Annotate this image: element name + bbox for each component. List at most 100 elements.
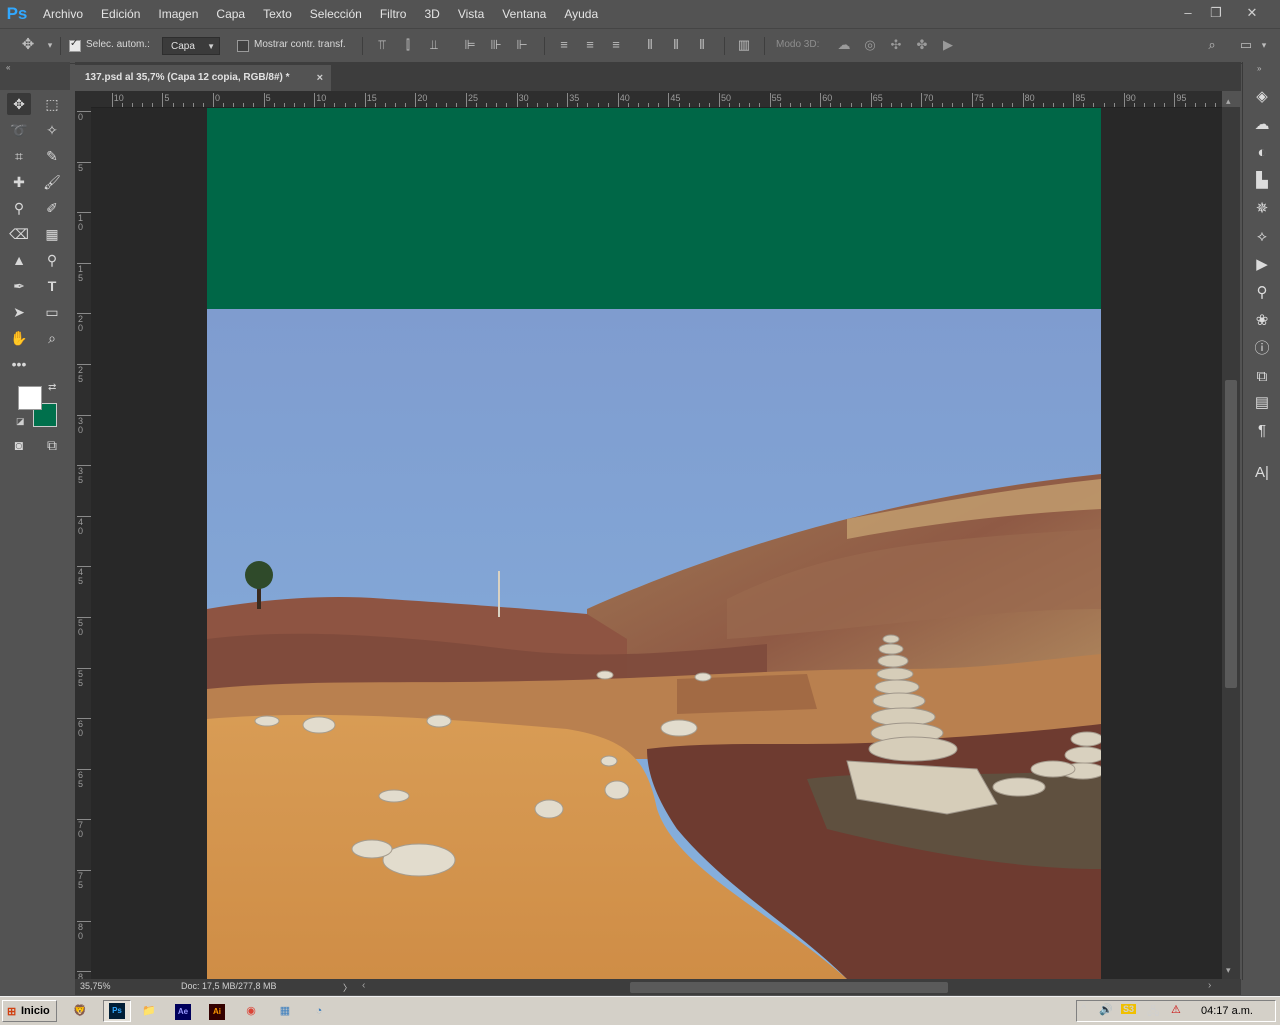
pan-3d-icon[interactable]: ✣ bbox=[888, 37, 904, 53]
gradient-tool-icon[interactable]: ▦ bbox=[40, 223, 64, 245]
rectangle-tool-icon[interactable]: ▭ bbox=[40, 301, 64, 323]
distribute-left-icon[interactable]: ⦀ bbox=[642, 37, 658, 53]
explorer-icon[interactable]: 📁 bbox=[138, 1001, 160, 1021]
brave-icon[interactable]: 🦁 bbox=[69, 1001, 91, 1021]
chrome-icon[interactable]: ◉ bbox=[240, 1001, 262, 1021]
network-icon[interactable]: 🖧 bbox=[1147, 1003, 1159, 1022]
healing-brush-tool-icon[interactable]: ✚ bbox=[7, 171, 31, 193]
pen-tool-icon[interactable]: ✒ bbox=[7, 275, 31, 297]
align-bottom-icon[interactable]: ⫫ bbox=[426, 37, 442, 53]
dodge-tool-icon[interactable]: ⚲ bbox=[40, 249, 64, 271]
menu-ventana[interactable]: Ventana bbox=[493, 0, 555, 28]
menu-3d[interactable]: 3D bbox=[415, 0, 448, 28]
menu-edicion[interactable]: Edición bbox=[92, 0, 149, 28]
distribute-right-icon[interactable]: ⦀ bbox=[694, 37, 710, 53]
default-colors-icon[interactable]: ◪ bbox=[16, 416, 25, 427]
marquee-tool-icon[interactable]: ⬚ bbox=[40, 93, 64, 115]
layers-icon[interactable]: ◈ bbox=[1251, 86, 1273, 108]
menu-archivo[interactable]: Archivo bbox=[34, 0, 92, 28]
navigator-icon[interactable]: ✵ bbox=[1251, 198, 1273, 220]
eraser-tool-icon[interactable]: ⌫ bbox=[7, 223, 31, 245]
menu-capa[interactable]: Capa bbox=[207, 0, 254, 28]
roll-3d-icon[interactable]: ◎ bbox=[862, 37, 878, 53]
distribute-bottom-icon[interactable]: ≡ bbox=[608, 37, 624, 53]
auto-select-checkbox[interactable] bbox=[69, 38, 81, 52]
history-brush-tool-icon[interactable]: ✐ bbox=[40, 197, 64, 219]
align-vertical-center-icon[interactable]: ⫿ bbox=[400, 37, 416, 53]
search-icon[interactable]: ⌕ bbox=[1204, 37, 1220, 53]
align-horizontal-center-icon[interactable]: ⊪ bbox=[488, 37, 504, 53]
taskbar-photoshop[interactable]: Ps bbox=[103, 1000, 131, 1022]
crop-tool-icon[interactable]: ⌗ bbox=[7, 145, 31, 167]
paragraph-icon[interactable]: ¶ bbox=[1251, 420, 1273, 442]
close-tab-icon[interactable]: × bbox=[317, 65, 323, 91]
menu-filtro[interactable]: Filtro bbox=[371, 0, 416, 28]
ruler-corner[interactable] bbox=[75, 91, 91, 107]
viewer-icon[interactable]: ◔ bbox=[308, 1001, 330, 1021]
start-button[interactable]: ⊞ Inicio bbox=[2, 1000, 57, 1022]
scroll-down-icon[interactable]: ▾ bbox=[1226, 965, 1231, 976]
libraries-icon[interactable]: ☁ bbox=[1251, 114, 1273, 136]
restore-button[interactable]: ❐ bbox=[1206, 4, 1226, 22]
illustrator-icon[interactable]: Ai bbox=[206, 1001, 228, 1021]
eyedropper-tool-icon[interactable]: ✎ bbox=[40, 145, 64, 167]
collapse-arrows-icon[interactable]: « bbox=[6, 63, 10, 72]
scroll-up-icon[interactable]: ▴ bbox=[1226, 96, 1231, 107]
align-left-icon[interactable]: ⊫ bbox=[462, 37, 478, 53]
notes-icon[interactable]: ▦ bbox=[274, 1001, 296, 1021]
lasso-tool-icon[interactable]: ➰ bbox=[7, 119, 31, 141]
distribute-vcenter-icon[interactable]: ≡ bbox=[582, 37, 598, 53]
expand-panels-icon[interactable]: » bbox=[1257, 64, 1261, 73]
scroll-left-icon[interactable]: ‹ bbox=[362, 980, 365, 991]
auto-align-icon[interactable]: ▥ bbox=[736, 37, 752, 53]
blur-tool-icon[interactable]: ▲ bbox=[7, 249, 31, 271]
history-icon[interactable]: ⧉ bbox=[1251, 366, 1273, 388]
more-tools-icon[interactable]: ••• bbox=[7, 353, 31, 375]
info-icon[interactable]: ⓘ bbox=[1251, 338, 1273, 360]
quick-mask-icon[interactable]: ◙ bbox=[7, 434, 31, 456]
menu-vista[interactable]: Vista bbox=[449, 0, 493, 28]
horizontal-scrollbar-thumb[interactable] bbox=[630, 982, 948, 993]
volume-icon[interactable]: 🔊 bbox=[1099, 1003, 1113, 1016]
tray-expand-icon[interactable]: ^ bbox=[1081, 1003, 1086, 1015]
close-window-button[interactable]: ✕ bbox=[1242, 4, 1262, 22]
vertical-ruler[interactable]: 0 5 10 15 20 25 30 35 40 45 50 55 60 65 70 75 80 8 bbox=[75, 107, 91, 979]
scale-3d-icon[interactable]: ▶ bbox=[940, 37, 956, 53]
tool-preset-chevron-icon[interactable]: ▾ bbox=[42, 37, 58, 53]
menu-seleccion[interactable]: Selección bbox=[301, 0, 371, 28]
workspace-chevron-icon[interactable]: ▾ bbox=[1256, 37, 1272, 53]
tool-presets-icon[interactable]: ⚲ bbox=[1251, 282, 1273, 304]
distribute-hcenter-icon[interactable]: ⦀ bbox=[668, 37, 684, 53]
menu-imagen[interactable]: Imagen bbox=[149, 0, 207, 28]
clone-stamp-tool-icon[interactable]: ⚲ bbox=[7, 197, 31, 219]
align-right-icon[interactable]: ⊩ bbox=[514, 37, 530, 53]
slide-3d-icon[interactable]: ✤ bbox=[914, 37, 930, 53]
document-tab[interactable]: 137.psd al 35,7% (Capa 12 copia, RGB/8#)… bbox=[75, 65, 331, 91]
path-selection-tool-icon[interactable]: ➤ bbox=[7, 301, 31, 323]
horizontal-ruler[interactable]: 10 5 0 5 10 15 20 25 30 35 40 45 50 55 60 65 70 75 80 85 90 9… bbox=[91, 91, 1222, 108]
actions-play-icon[interactable]: ▶ bbox=[1251, 254, 1273, 276]
s3-icon[interactable]: S3 bbox=[1121, 1004, 1137, 1014]
scroll-right-icon[interactable]: › bbox=[1208, 980, 1211, 991]
adjustments-icon[interactable]: ◐ bbox=[1251, 142, 1273, 164]
toolbar-collapse-strip[interactable]: « bbox=[0, 62, 70, 90]
security-alert-icon[interactable]: ⚠ bbox=[1171, 1003, 1181, 1016]
auto-select-target-dropdown[interactable]: Capa ▼ bbox=[162, 37, 220, 55]
channels-icon[interactable]: ❀ bbox=[1251, 310, 1273, 332]
canvas-area[interactable] bbox=[91, 108, 1222, 979]
screen-mode-icon[interactable]: ⧉ bbox=[40, 434, 64, 456]
workspace-icon[interactable]: ▭ bbox=[1238, 37, 1254, 53]
paths-icon[interactable]: ⟡ bbox=[1251, 226, 1273, 248]
magic-wand-tool-icon[interactable]: ✧ bbox=[40, 119, 64, 141]
distribute-top-icon[interactable]: ≡ bbox=[556, 37, 572, 53]
document-canvas[interactable] bbox=[207, 108, 1101, 979]
zoom-tool-icon[interactable]: ⌕ bbox=[40, 327, 64, 349]
orbit-3d-icon[interactable]: ☁ bbox=[836, 37, 852, 53]
brush-tool-icon[interactable]: 🖌 bbox=[40, 171, 64, 193]
after-effects-icon[interactable]: Ae bbox=[172, 1001, 194, 1021]
show-transform-checkbox[interactable] bbox=[237, 40, 249, 52]
move-tool-icon[interactable]: ✥ bbox=[7, 93, 31, 115]
menu-ayuda[interactable]: Ayuda bbox=[555, 0, 607, 28]
hand-tool-icon[interactable]: ✋ bbox=[7, 327, 31, 349]
character-icon[interactable]: A| bbox=[1251, 462, 1273, 484]
